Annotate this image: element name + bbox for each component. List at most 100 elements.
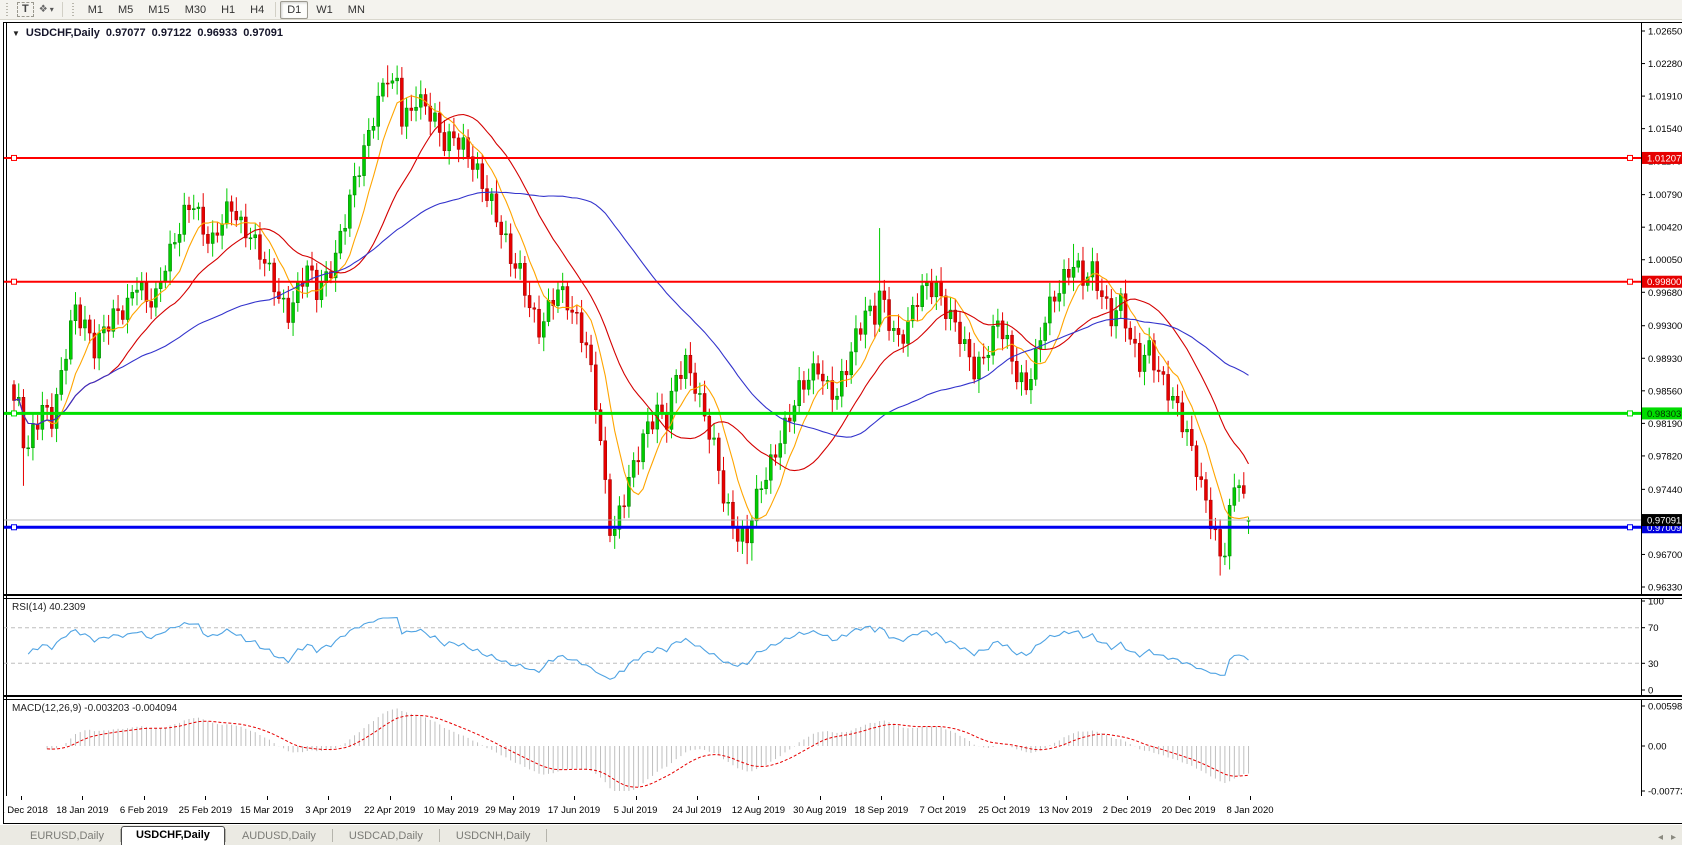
- date-tick: [1065, 796, 1067, 800]
- symbol-tab-bar: EURUSD,Daily USDCHF,Daily AUDUSD,Daily USDC…: [0, 825, 1682, 845]
- date-tick: [512, 796, 514, 800]
- ma-fast-line: [13, 95, 1249, 521]
- dropdown-caret-icon[interactable]: ▾: [50, 5, 54, 14]
- tab-usdchf[interactable]: USDCHF,Daily: [120, 826, 225, 845]
- date-label: 24 Jul 2019: [672, 805, 722, 816]
- timeframe-button-mn[interactable]: MN: [341, 1, 372, 19]
- toolbar-grip-icon[interactable]: [70, 2, 76, 17]
- date-tick: [758, 796, 760, 800]
- date-label: 12 Aug 2019: [731, 805, 786, 816]
- objects-icon: ❖: [38, 4, 48, 15]
- symbol-dropdown-icon[interactable]: ▼: [12, 29, 20, 38]
- macd-tick-label: -0.007733: [1648, 787, 1682, 797]
- timeframe-button-m1[interactable]: M1: [81, 1, 110, 19]
- price-tick-label: 0.96330: [1648, 583, 1682, 594]
- date-tick: [21, 796, 22, 800]
- date-tick: [635, 796, 637, 800]
- date-label: 30 Aug 2019: [793, 805, 847, 816]
- date-tick: [1188, 796, 1190, 800]
- price-tick-label: 0.99300: [1648, 321, 1682, 332]
- timeframe-button-m15[interactable]: M15: [141, 1, 176, 19]
- rsi-line: [27, 617, 1249, 680]
- date-tick: [1250, 796, 1251, 800]
- date-label: 17 Jun 2019: [547, 805, 601, 816]
- candlestick-chart-canvas[interactable]: 1.026501.022801.019101.015401.011701.007…: [4, 23, 1682, 594]
- price-tick-label: 1.01540: [1648, 124, 1682, 135]
- rsi-tick-label: 0: [1648, 686, 1653, 696]
- date-label: 18 Sep 2019: [854, 805, 909, 816]
- toolbar-separator: [61, 2, 63, 17]
- rsi-tick-label: 70: [1648, 623, 1659, 634]
- toolbar-grip-icon[interactable]: [5, 2, 10, 17]
- price-tick-label: 0.98930: [1648, 354, 1682, 365]
- date-tick: [266, 796, 268, 800]
- price-tick-label: 1.01910: [1648, 92, 1682, 103]
- date-tick: [574, 796, 576, 800]
- price-tick-label: 1.00420: [1648, 223, 1682, 234]
- tab-divider: [546, 829, 548, 842]
- date-tick: [819, 796, 821, 800]
- timeframe-button-h4[interactable]: H4: [243, 1, 271, 19]
- price-tick-label: 1.02280: [1648, 59, 1682, 70]
- price-tick-label: 0.99680: [1648, 288, 1682, 299]
- price-tick-label: 1.00790: [1648, 190, 1682, 201]
- main-chart-pane[interactable]: 1.026501.022801.019101.015401.011701.007…: [4, 23, 1682, 594]
- date-tick: [205, 796, 207, 800]
- macd-chart-canvas[interactable]: 0.005986 0.00 -0.007733: [4, 700, 1682, 796]
- date-tick: [1004, 796, 1006, 800]
- timeframe-button-group: M1 M5 M15 M30 H1 H4 D1 W1 MN: [81, 0, 372, 19]
- tab-scroll-right-icon[interactable]: ▸: [1671, 832, 1676, 843]
- date-tick: [143, 796, 145, 800]
- date-label: 15 Mar 2019: [240, 805, 294, 816]
- date-label: 18 Jan 2019: [56, 805, 109, 816]
- date-label: 2 Dec 2019: [1102, 805, 1152, 816]
- rsi-chart-canvas[interactable]: 100 70 30 0: [4, 599, 1682, 695]
- date-label: 6 Feb 2019: [119, 805, 168, 816]
- price-tick-label: 0.96700: [1648, 550, 1682, 561]
- ohlc-low: 0.96933: [197, 27, 238, 39]
- level-price-label: 0.98303: [1647, 409, 1681, 420]
- chart-window: 1.026501.022801.019101.015401.011701.007…: [3, 22, 1682, 824]
- rsi-tick-label: 100: [1648, 599, 1664, 608]
- timeframe-button-h1[interactable]: H1: [214, 1, 242, 19]
- tab-eurusd[interactable]: EURUSD,Daily: [14, 828, 120, 845]
- top-toolbar: T ❖ ▾ M1 M5 M15 M30 H1 H4 D1 W1 MN: [0, 0, 1682, 20]
- date-label: 5 Jul 2019: [613, 805, 658, 816]
- date-label: 10 May 2019: [423, 805, 479, 816]
- timeframe-button-d1[interactable]: D1: [280, 0, 309, 19]
- date-label: 3 Apr 2019: [305, 805, 352, 816]
- date-label: 29 May 2019: [485, 805, 541, 816]
- macd-indicator-pane[interactable]: 0.005986 0.00 -0.007733 MACD(12,26,9) -0.0…: [4, 700, 1682, 796]
- objects-tool-button[interactable]: ❖ ▾: [36, 3, 57, 16]
- date-tick: [451, 796, 453, 800]
- macd-tick-label: 0.005986: [1648, 702, 1682, 713]
- macd-label: MACD(12,26,9) -0.003203 -0.004094: [12, 703, 178, 714]
- ohlc-close: 0.97091: [243, 27, 283, 39]
- current-price-label: 0.97091: [1647, 516, 1681, 527]
- tab-usdcad[interactable]: USDCAD,Daily: [333, 828, 439, 845]
- tab-audusd[interactable]: AUDUSD,Daily: [226, 828, 332, 845]
- ma-slow-line: [13, 191, 1249, 438]
- timeframe-button-w1[interactable]: W1: [309, 1, 340, 19]
- price-tick-label: 0.97440: [1648, 485, 1682, 496]
- date-label: 20 Dec 2019: [1161, 805, 1216, 816]
- level-price-label: 1.01207: [1647, 153, 1681, 164]
- rsi-indicator-pane[interactable]: 100 70 30 0 RSI(14) 40.2309: [4, 599, 1682, 695]
- price-tick-label: 0.97820: [1648, 451, 1682, 462]
- rsi-label: RSI(14) 40.2309: [12, 602, 86, 613]
- date-label: 8 Jan 2020: [1226, 805, 1274, 816]
- text-tool-button[interactable]: T: [17, 2, 34, 17]
- ohlc-open: 0.97077: [105, 27, 146, 39]
- chart-title: ▼ USDCHF,Daily 0.97077 0.97122 0.96933 0…: [12, 27, 283, 39]
- timeframe-button-m30[interactable]: M30: [178, 1, 213, 19]
- date-axis[interactable]: 31 Dec 2018 18 Jan 2019 6 Feb 2019 25 Feb 2…: [4, 796, 1682, 823]
- date-label: 13 Nov 2019: [1038, 805, 1093, 816]
- price-tick-label: 1.00050: [1648, 255, 1682, 266]
- date-label: 25 Oct 2019: [978, 805, 1031, 816]
- timeframe-button-m5[interactable]: M5: [111, 1, 140, 19]
- date-tick: [328, 796, 330, 800]
- date-label: 22 Apr 2019: [364, 805, 416, 816]
- date-tick: [696, 796, 698, 800]
- tab-usdcnh[interactable]: USDCNH,Daily: [440, 828, 547, 845]
- tab-scroll-left-icon[interactable]: ◂: [1658, 832, 1663, 843]
